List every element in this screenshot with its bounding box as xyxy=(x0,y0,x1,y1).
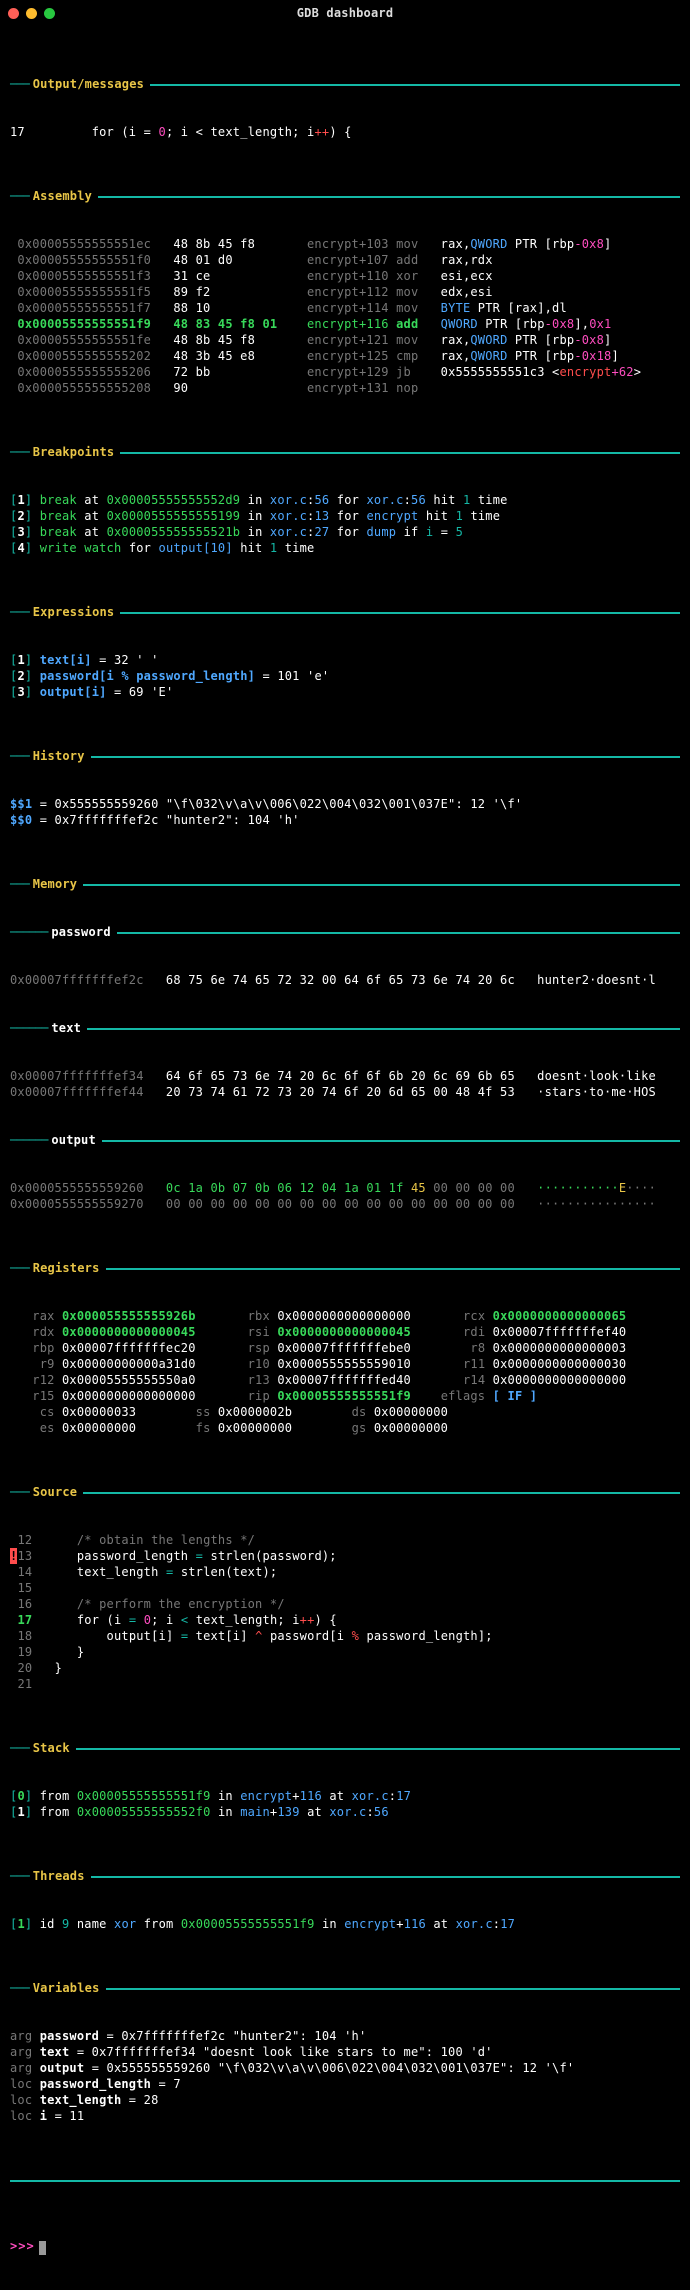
terminal-body: ───Output/messages 17 for (i = 0; i < te… xyxy=(0,26,690,2290)
section-output: ───Output/messages xyxy=(10,76,680,92)
section-expressions: ───Expressions xyxy=(10,604,680,620)
section-threads: ───Threads xyxy=(10,1868,680,1884)
assembly-row: 0x00005555555551f7 88 10 encrypt+114 mov… xyxy=(10,300,680,316)
history-row: $$1 = 0x555555559260 "\f\032\v\a\v\006\0… xyxy=(10,796,680,812)
source-row: !13 password_length = strlen(password); xyxy=(10,1548,680,1564)
source-row: 18 output[i] = text[i] ^ password[i % pa… xyxy=(10,1628,680,1644)
stack-row: [1] from 0x00005555555552f0 in main+139 … xyxy=(10,1804,680,1820)
register-row: es 0x00000000 fs 0x00000000 gs 0x0000000… xyxy=(10,1420,680,1436)
titlebar: GDB dashboard xyxy=(0,0,690,26)
register-row: r15 0x0000000000000000 rip 0x00005555555… xyxy=(10,1388,680,1404)
source-row: 21 xyxy=(10,1676,680,1692)
breakpoint-row: [2] break at 0x0000555555555199 in xor.c… xyxy=(10,508,680,524)
variable-row: arg text = 0x7fffffffef34 "doesnt look l… xyxy=(10,2044,680,2060)
section-stack: ───Stack xyxy=(10,1740,680,1756)
section-history: ───History xyxy=(10,748,680,764)
section-variables: ───Variables xyxy=(10,1980,680,1996)
section-assembly: ───Assembly xyxy=(10,188,680,204)
register-row: rbp 0x00007fffffffec20 rsp 0x00007ffffff… xyxy=(10,1340,680,1356)
memory-row: 0x00007fffffffef2c 68 75 6e 74 65 72 32 … xyxy=(10,972,680,988)
section-memory: ───Memory xyxy=(10,876,680,892)
assembly-row: 0x00005555555551fe 48 8b 45 f8 encrypt+1… xyxy=(10,332,680,348)
assembly-row: 0x00005555555551f0 48 01 d0 encrypt+107 … xyxy=(10,252,680,268)
section-breakpoints: ───Breakpoints xyxy=(10,444,680,460)
variable-row: arg password = 0x7fffffffef2c "hunter2":… xyxy=(10,2028,680,2044)
register-row: cs 0x00000033 ss 0x0000002b ds 0x0000000… xyxy=(10,1404,680,1420)
section-source: ───Source xyxy=(10,1484,680,1500)
source-row: 20 } xyxy=(10,1660,680,1676)
memory-row: 0x0000555555559260 0c 1a 0b 07 0b 06 12 … xyxy=(10,1180,680,1196)
assembly-row: 0x0000555555555208 90 encrypt+131 nop xyxy=(10,380,680,396)
breakpoint-row: [4] write watch for output[10] hit 1 tim… xyxy=(10,540,680,556)
cursor-icon xyxy=(39,2241,46,2255)
stack-row: [0] from 0x00005555555551f9 in encrypt+1… xyxy=(10,1788,680,1804)
expression-row: [3] output[i] = 69 'E' xyxy=(10,684,680,700)
memory-sub-password: ──────password xyxy=(10,924,680,940)
assembly-row: 0x00005555555551ec 48 8b 45 f8 encrypt+1… xyxy=(10,236,680,252)
assembly-row: 0x0000555555555206 72 bb encrypt+129 jb … xyxy=(10,364,680,380)
register-row: rdx 0x0000000000000045 rsi 0x00000000000… xyxy=(10,1324,680,1340)
assembly-row: 0x00005555555551f9 48 83 45 f8 01 encryp… xyxy=(10,316,680,332)
source-row: 12 /* obtain the lengths */ xyxy=(10,1532,680,1548)
memory-row: 0x0000555555559270 00 00 00 00 00 00 00 … xyxy=(10,1196,680,1212)
breakpoint-row: [1] break at 0x00005555555552d9 in xor.c… xyxy=(10,492,680,508)
expression-row: [1] text[i] = 32 ' ' xyxy=(10,652,680,668)
variable-row: arg output = 0x555555559260 "\f\032\v\a\… xyxy=(10,2060,680,2076)
breakpoint-row: [3] break at 0x000055555555521b in xor.c… xyxy=(10,524,680,540)
memory-sub-text: ──────text xyxy=(10,1020,680,1036)
register-row: rax 0x000055555555926b rbx 0x00000000000… xyxy=(10,1308,680,1324)
source-row: 17 for (i = 0; i < text_length; i++) { xyxy=(10,1612,680,1628)
output-line: 17 for (i = 0; i < text_length; i++) { xyxy=(10,124,680,140)
section-registers: ───Registers xyxy=(10,1260,680,1276)
source-row: 19 } xyxy=(10,1644,680,1660)
source-row: 15 xyxy=(10,1580,680,1596)
register-row: r9 0x00000000000a31d0 r10 0x000055555555… xyxy=(10,1356,680,1372)
source-row: 14 text_length = strlen(text); xyxy=(10,1564,680,1580)
thread-row: [1] id 9 name xor from 0x00005555555551f… xyxy=(10,1916,680,1932)
window-title: GDB dashboard xyxy=(0,6,690,20)
history-row: $$0 = 0x7fffffffef2c "hunter2": 104 'h' xyxy=(10,812,680,828)
memory-row: 0x00007fffffffef34 64 6f 65 73 6e 74 20 … xyxy=(10,1068,680,1084)
memory-sub-output: ──────output xyxy=(10,1132,680,1148)
prompt[interactable]: >>> xyxy=(10,2236,680,2254)
variable-row: loc password_length = 7 xyxy=(10,2076,680,2092)
variable-row: loc i = 11 xyxy=(10,2108,680,2124)
register-row: r12 0x00005555555550a0 r13 0x00007ffffff… xyxy=(10,1372,680,1388)
assembly-row: 0x00005555555551f3 31 ce encrypt+110 xor… xyxy=(10,268,680,284)
assembly-row: 0x0000555555555202 48 3b 45 e8 encrypt+1… xyxy=(10,348,680,364)
section-end xyxy=(10,2172,680,2188)
assembly-row: 0x00005555555551f5 89 f2 encrypt+112 mov… xyxy=(10,284,680,300)
memory-row: 0x00007fffffffef44 20 73 74 61 72 73 20 … xyxy=(10,1084,680,1100)
variable-row: loc text_length = 28 xyxy=(10,2092,680,2108)
source-row: 16 /* perform the encryption */ xyxy=(10,1596,680,1612)
expression-row: [2] password[i % password_length] = 101 … xyxy=(10,668,680,684)
